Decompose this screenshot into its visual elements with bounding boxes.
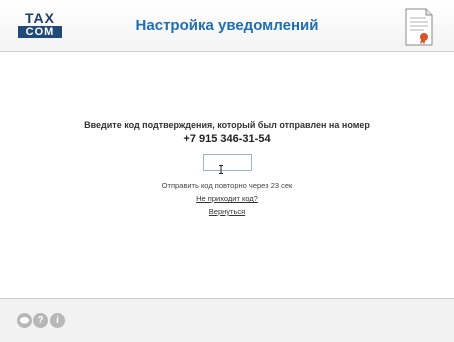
document-seal-icon xyxy=(405,8,433,46)
back-link-row: Вернуться xyxy=(0,207,454,216)
chat-icon[interactable] xyxy=(17,313,32,328)
info-icon[interactable]: i xyxy=(50,313,65,328)
no-code-link-row: Не приходит код? xyxy=(0,194,454,203)
text-cursor-icon xyxy=(219,165,223,174)
back-link[interactable]: Вернуться xyxy=(209,207,245,216)
no-code-link[interactable]: Не приходит код? xyxy=(196,194,258,203)
chat-bubble-icon xyxy=(19,317,30,324)
phone-number: +7 915 346-31-54 xyxy=(183,133,271,145)
help-icon[interactable]: ? xyxy=(33,313,48,328)
header: TAX COM Настройка уведомлений xyxy=(0,0,454,52)
confirmation-panel: Введите код подтверждения, который был о… xyxy=(0,52,454,298)
confirmation-prompt: Введите код подтверждения, который был о… xyxy=(84,120,370,130)
resend-timer-text: Отправить код повторно через 23 сек xyxy=(161,181,293,190)
page-title: Настройка уведомлений xyxy=(135,17,319,34)
confirmation-code-input[interactable] xyxy=(203,154,252,171)
footer: ? i xyxy=(0,298,454,342)
